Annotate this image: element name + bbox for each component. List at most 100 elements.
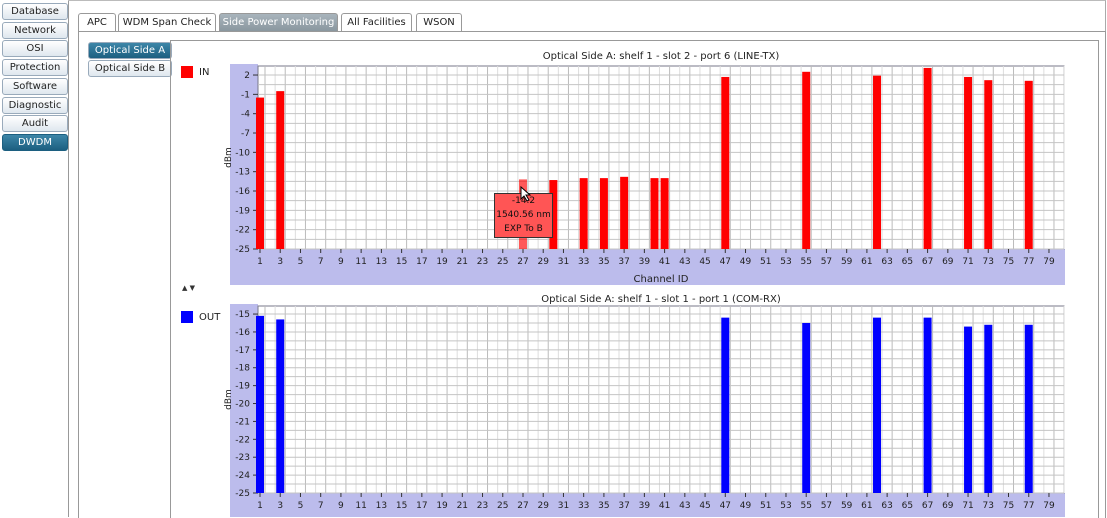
x-tick-label: 13 bbox=[376, 501, 387, 511]
x-tick-label: 11 bbox=[355, 501, 366, 511]
bar-ch77[interactable] bbox=[1024, 324, 1033, 493]
y-tick-label: -22 bbox=[235, 226, 250, 236]
bar-ch1[interactable] bbox=[256, 97, 264, 249]
bar-ch62[interactable] bbox=[873, 317, 882, 493]
bar-ch67[interactable] bbox=[923, 317, 932, 493]
x-tick-label: 79 bbox=[1043, 257, 1055, 267]
x-tick-label: 63 bbox=[881, 257, 892, 267]
x-tick-label: 23 bbox=[477, 257, 488, 267]
x-tick-label: 77 bbox=[1023, 501, 1034, 511]
x-tick-label: 41 bbox=[659, 501, 670, 511]
x-tick-label: 59 bbox=[841, 501, 853, 511]
bar-ch55[interactable] bbox=[802, 323, 811, 493]
bar-ch67[interactable] bbox=[923, 67, 932, 249]
bar-ch47[interactable] bbox=[721, 76, 730, 249]
x-tick-label: 67 bbox=[922, 257, 933, 267]
bar-ch62[interactable] bbox=[873, 75, 882, 249]
bar-ch1[interactable] bbox=[256, 315, 264, 493]
x-tick-label: 9 bbox=[338, 257, 344, 267]
y-tick-label: -23 bbox=[235, 453, 250, 463]
y-tick-label: -10 bbox=[235, 148, 250, 158]
chart-0: Optical Side A: shelf 1 - slot 2 - port … bbox=[224, 51, 1065, 285]
bar-ch3[interactable] bbox=[276, 319, 285, 493]
bar-ch47[interactable] bbox=[721, 317, 730, 493]
chart-1: Optical Side A: shelf 1 - slot 1 - port … bbox=[224, 294, 1065, 517]
x-tick-label: 21 bbox=[457, 257, 468, 267]
y-tick-label: -25 bbox=[235, 245, 250, 255]
x-tick-label: 75 bbox=[1003, 257, 1014, 267]
x-tick-label: 53 bbox=[780, 501, 791, 511]
x-tick-label: 35 bbox=[598, 501, 609, 511]
y-axis-label: dBm bbox=[224, 389, 234, 410]
bar-ch71[interactable] bbox=[964, 326, 973, 493]
bar-ch40[interactable] bbox=[650, 178, 659, 249]
y-tick-label: -19 bbox=[235, 382, 250, 392]
bar-ch35[interactable] bbox=[599, 178, 608, 249]
y-tick-label: -22 bbox=[235, 435, 250, 445]
x-tick-label: 1 bbox=[257, 257, 263, 267]
x-tick-label: 37 bbox=[618, 257, 629, 267]
bar-ch73[interactable] bbox=[984, 80, 993, 249]
y-tick-label: -1 bbox=[241, 90, 250, 100]
x-tick-label: 51 bbox=[760, 501, 771, 511]
y-tick-label: -7 bbox=[241, 129, 250, 139]
bar-ch73[interactable] bbox=[984, 324, 993, 493]
chart-in: Optical Side A: shelf 1 - slot 2 - port … bbox=[224, 51, 1065, 517]
x-tick-label: 27 bbox=[517, 257, 528, 267]
chart-title: Optical Side A: shelf 1 - slot 1 - port … bbox=[541, 294, 781, 305]
bar-ch3[interactable] bbox=[276, 91, 285, 249]
y-tick-label: -15 bbox=[235, 310, 250, 320]
x-tick-label: 31 bbox=[558, 257, 569, 267]
x-tick-label: 17 bbox=[416, 257, 427, 267]
x-tick-label: 3 bbox=[277, 501, 283, 511]
x-tick-label: 15 bbox=[396, 257, 407, 267]
x-tick-label: 13 bbox=[376, 257, 387, 267]
x-tick-label: 7 bbox=[318, 501, 324, 511]
x-tick-label: 11 bbox=[355, 257, 366, 267]
bar-ch71[interactable] bbox=[964, 76, 973, 249]
x-tick-label: 49 bbox=[740, 257, 752, 267]
x-tick-label: 61 bbox=[861, 257, 872, 267]
x-tick-label: 5 bbox=[298, 501, 304, 511]
y-tick-label: -20 bbox=[235, 400, 250, 410]
x-tick-label: 39 bbox=[639, 501, 651, 511]
x-tick-label: 57 bbox=[821, 257, 832, 267]
bar-ch37[interactable] bbox=[620, 176, 629, 249]
x-tick-label: 45 bbox=[699, 257, 710, 267]
x-tick-label: 33 bbox=[578, 257, 589, 267]
bar-ch41[interactable] bbox=[660, 178, 669, 249]
y-tick-label: -24 bbox=[235, 471, 250, 481]
x-tick-label: 71 bbox=[962, 501, 973, 511]
x-tick-label: 31 bbox=[558, 501, 569, 511]
x-tick-label: 57 bbox=[821, 501, 832, 511]
x-tick-label: 41 bbox=[659, 257, 670, 267]
x-tick-label: 9 bbox=[338, 501, 344, 511]
bar-ch77[interactable] bbox=[1024, 80, 1033, 249]
bar-ch33[interactable] bbox=[579, 178, 588, 249]
y-tick-label: -16 bbox=[235, 328, 250, 338]
x-tick-label: 69 bbox=[942, 501, 954, 511]
tooltip-wavelength: 1540.56 nm bbox=[496, 210, 551, 220]
x-tick-label: 73 bbox=[983, 257, 994, 267]
x-tick-label: 73 bbox=[983, 501, 994, 511]
x-tick-label: 59 bbox=[841, 257, 853, 267]
x-tick-label: 51 bbox=[760, 257, 771, 267]
x-tick-label: 17 bbox=[416, 501, 427, 511]
x-tick-label: 3 bbox=[277, 257, 283, 267]
x-tick-label: 43 bbox=[679, 501, 690, 511]
x-tick-label: 37 bbox=[618, 501, 629, 511]
x-tick-label: 39 bbox=[639, 257, 651, 267]
tooltip-direction: EXP To B bbox=[504, 224, 543, 234]
x-tick-label: 27 bbox=[517, 501, 528, 511]
x-tick-label: 29 bbox=[537, 257, 549, 267]
x-tick-label: 55 bbox=[800, 257, 811, 267]
x-tick-label: 49 bbox=[740, 501, 752, 511]
y-tick-label: 2 bbox=[244, 71, 250, 81]
x-tick-label: 69 bbox=[942, 257, 954, 267]
y-tick-label: -19 bbox=[235, 206, 250, 216]
x-tick-label: 21 bbox=[457, 501, 468, 511]
bar-ch55[interactable] bbox=[802, 71, 811, 250]
x-tick-label: 71 bbox=[962, 257, 973, 267]
x-tick-label: 47 bbox=[720, 257, 731, 267]
cursor-icon bbox=[520, 186, 532, 202]
